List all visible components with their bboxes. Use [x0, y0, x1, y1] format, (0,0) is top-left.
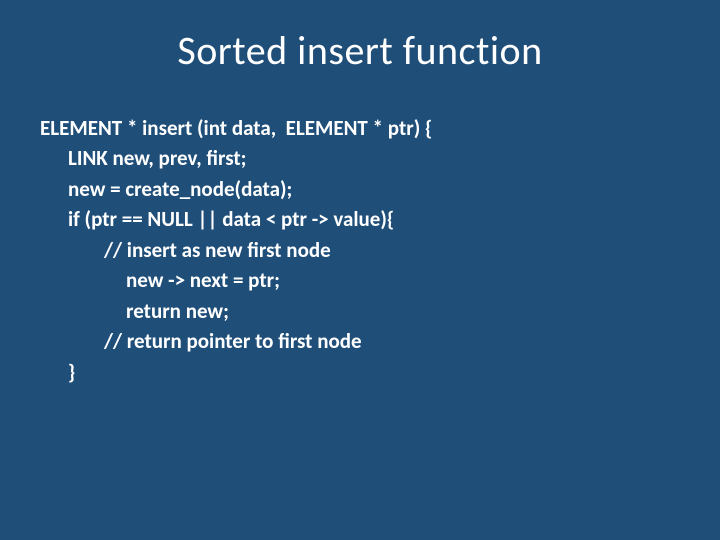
code-line: return new; — [40, 296, 680, 326]
slide: Sorted insert function ELEMENT * insert … — [0, 0, 720, 540]
code-line: if (ptr == NULL || data < ptr -> value){ — [40, 204, 680, 234]
code-line: new = create_node(data); — [40, 174, 680, 204]
code-line: new -> next = ptr; — [40, 265, 680, 295]
code-line: ELEMENT * insert (int data, ELEMENT * pt… — [40, 113, 680, 143]
slide-title: Sorted insert function — [40, 26, 680, 75]
code-line: } — [40, 357, 680, 387]
code-block: ELEMENT * insert (int data, ELEMENT * pt… — [40, 113, 680, 387]
code-line: LINK new, prev, first; — [40, 143, 680, 173]
code-line: // insert as new first node — [40, 235, 680, 265]
code-line: // return pointer to first node — [40, 326, 680, 356]
